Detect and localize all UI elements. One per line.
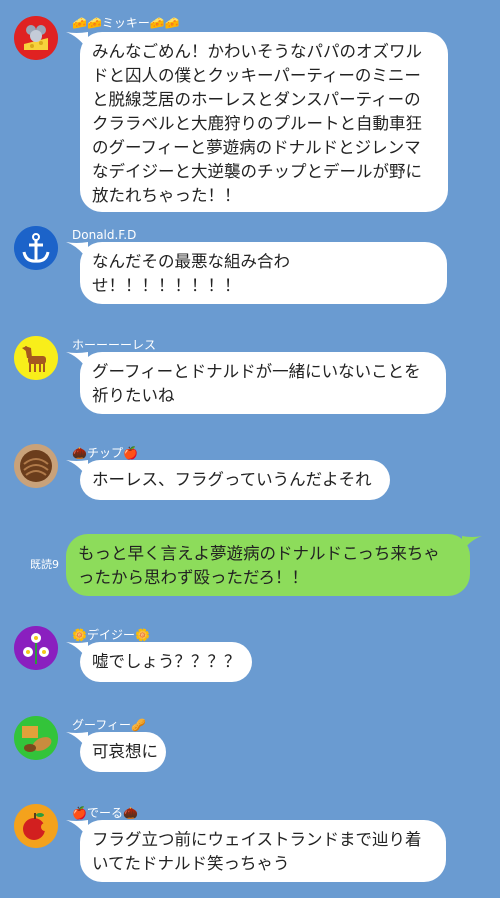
sender-name: 🌼デイジー🌼 bbox=[72, 628, 150, 642]
message-text: せ！！！！！！！！ bbox=[92, 276, 241, 295]
apple-icon[interactable] bbox=[14, 804, 58, 848]
my-message-bubble[interactable]: もっと早く言えよ夢遊病のドナルドこっち来ちゃ ったから思わず殴っただろ！！ bbox=[66, 534, 470, 596]
message-bubble[interactable]: フラグ立つ前にウェイストランドまで辿り着 いてたドナルド笑っちゃう bbox=[80, 820, 446, 882]
bubble-tail bbox=[462, 536, 482, 552]
mouse-cheese-icon[interactable] bbox=[14, 16, 58, 60]
message-text: 放たれちゃった！！ bbox=[92, 186, 241, 205]
anchor-icon[interactable] bbox=[14, 226, 58, 270]
sender-name: Donald.F.D bbox=[72, 228, 137, 242]
message-text: ドと囚人の僕とクッキーパーティーのミニー bbox=[92, 66, 421, 85]
message-text: と脱線芝居のホーレスとダンスパーティーの bbox=[92, 90, 421, 109]
sender-name: グーフィー🥜 bbox=[72, 718, 146, 732]
message-text: 祈りたいね bbox=[92, 386, 175, 405]
message-text: 可哀想に bbox=[92, 742, 158, 761]
message-bubble[interactable]: グーフィーとドナルドが一緒にいないことを 祈りたいね bbox=[80, 352, 446, 414]
message-text: ったから思わず殴っただろ！！ bbox=[78, 568, 309, 587]
message-bubble[interactable]: なんだその最悪な組み合わ せ！！！！！！！！ bbox=[80, 242, 447, 304]
read-receipt: 既読9 bbox=[30, 558, 59, 571]
message-bubble[interactable]: みんなごめん！かわいそうなパパのオズワル ドと囚人の僕とクッキーパーティーのミニ… bbox=[80, 32, 448, 212]
sender-name: 🌰チップ🍎 bbox=[72, 446, 138, 460]
sender-name: ホーーーーレス bbox=[72, 338, 157, 352]
flowers-icon[interactable] bbox=[14, 626, 58, 670]
message-text: もっと早く言えよ夢遊病のドナルドこっち来ちゃ bbox=[78, 544, 440, 563]
sender-name: 🍎でーる🌰 bbox=[72, 806, 138, 820]
sender-name: 🧀🧀ミッキー🧀🧀 bbox=[72, 16, 180, 30]
message-bubble[interactable]: ホーレス、フラグっていうんだよそれ bbox=[80, 460, 390, 500]
chestnut-icon[interactable] bbox=[14, 444, 58, 488]
horse-icon[interactable] bbox=[14, 336, 58, 380]
message-text: ホーレス、フラグっていうんだよそれ bbox=[92, 470, 372, 489]
message-text: みんなごめん！かわいそうなパパのオズワル bbox=[92, 42, 422, 61]
message-text: 嘘でしょう？？？？ bbox=[92, 652, 241, 671]
message-bubble[interactable]: 可哀想に bbox=[80, 732, 166, 772]
message-text: のグーフィーと夢遊病のドナルドとジレンマ bbox=[92, 138, 421, 157]
message-text: フラグ立つ前にウェイストランドまで辿り着 bbox=[92, 830, 422, 849]
message-text: クララベルと大鹿狩りのプルートと自動車狂 bbox=[92, 114, 422, 133]
message-text: なデイジーと大逆襲のチップとデールが野に bbox=[92, 162, 422, 181]
message-text: いてたドナルド笑っちゃう bbox=[92, 854, 290, 873]
message-text: なんだその最悪な組み合わ bbox=[92, 252, 290, 271]
message-text: グーフィーとドナルドが一緒にいないことを bbox=[92, 362, 421, 381]
peanut-icon[interactable] bbox=[14, 716, 58, 760]
message-bubble[interactable]: 嘘でしょう？？？？ bbox=[80, 642, 252, 682]
